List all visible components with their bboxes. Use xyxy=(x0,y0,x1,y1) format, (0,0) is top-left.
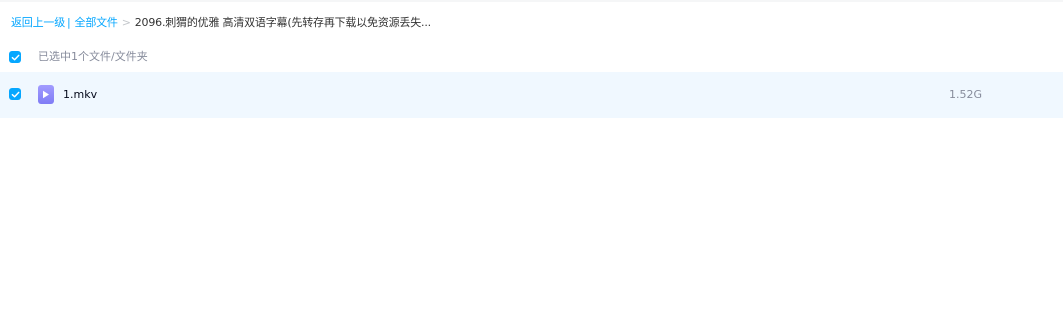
top-divider xyxy=(0,0,1063,2)
back-link[interactable]: 返回上一级 xyxy=(11,14,65,30)
play-icon xyxy=(43,90,49,99)
selection-count-text: 已选中1个文件/文件夹 xyxy=(38,50,148,63)
file-name[interactable]: 1.mkv xyxy=(63,88,97,101)
current-folder-label: 2096.刺猬的优雅 高清双语字幕(先转存再下载以免资源丢失... xyxy=(134,16,431,29)
all-files-link[interactable]: 全部文件 xyxy=(75,14,118,30)
check-icon xyxy=(11,54,19,60)
video-file-icon xyxy=(38,85,54,104)
breadcrumb-separator-icon: > xyxy=(121,15,131,29)
file-row[interactable]: 1.mkv 1.52G xyxy=(0,72,1063,118)
file-size: 1.52G xyxy=(949,88,983,101)
breadcrumb: 返回上一级 | 全部文件 > 2096.刺猬的优雅 高清双语字幕(先转存再下载以… xyxy=(11,14,431,30)
check-icon xyxy=(11,91,19,97)
file-checkbox[interactable] xyxy=(9,88,21,100)
select-all-checkbox[interactable] xyxy=(9,51,21,63)
selection-bar: 已选中1个文件/文件夹 xyxy=(0,44,1063,68)
breadcrumb-pipe: | xyxy=(67,15,71,29)
